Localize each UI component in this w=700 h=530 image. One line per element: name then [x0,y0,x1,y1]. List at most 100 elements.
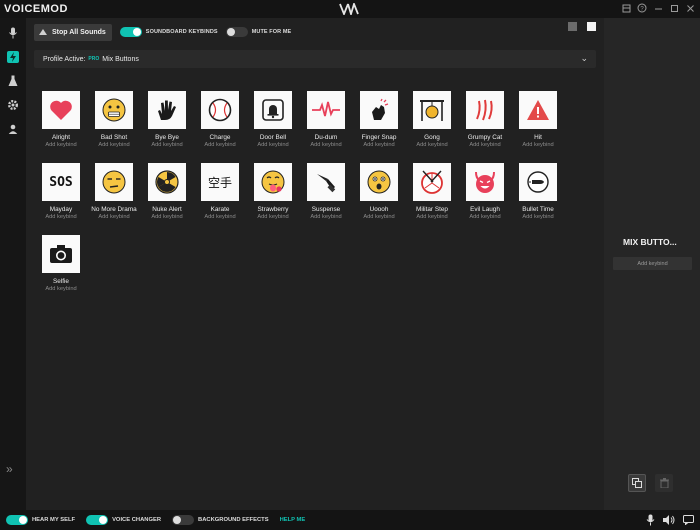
speaker-icon[interactable] [663,514,675,526]
sound-tile-nuke-alert[interactable]: Nuke Alert Add keybind [147,163,187,220]
app-title: VOICEMOD [4,3,68,15]
hear-my-self-toggle[interactable] [6,515,28,525]
karate-kanji-text: 空手 [207,175,232,190]
sound-tile-karate[interactable]: 空手 Karate Add keybind [200,163,240,220]
grid-view-small-button[interactable] [568,22,577,31]
toggle-knob [19,516,27,524]
expand-sidebar-icon[interactable]: » [6,462,13,476]
sound-name: Bullet Time [522,206,554,213]
add-keybind-link[interactable]: Add keybind [506,214,570,220]
sidebar-item-soundboard[interactable] [0,45,26,69]
knife-icon [307,163,345,201]
maximize-icon[interactable] [668,2,680,14]
sound-tile-door-bell[interactable]: Door Bell Add keybind [253,91,293,148]
sound-tile-bullet-time[interactable]: Bullet Time Add keybind [518,163,558,220]
grid-view-large-button[interactable] [587,22,596,31]
user-icon [7,123,19,135]
vm-logo-icon [339,3,359,15]
soundboard-main: Stop All Sounds SOUNDBOARD KEYBINDS MUTE… [26,18,604,510]
soundboard-toolbar: Stop All Sounds SOUNDBOARD KEYBINDS MUTE… [34,22,604,42]
background-effects-toggle[interactable] [172,515,195,525]
sidebar-item-lab[interactable] [0,69,26,93]
surprised-emoji-icon [360,163,398,201]
sound-name: Hit [534,134,542,141]
panel-add-keybind-button[interactable]: Add keybind [613,257,692,270]
devil-icon [466,163,504,201]
sound-tile-charge[interactable]: Charge Add keybind [200,91,240,148]
unamused-emoji-icon [95,163,133,201]
selected-sound-panel: MIX BUTTO... Add keybind [604,18,700,510]
microphone-icon [7,27,19,39]
sound-tile-alright[interactable]: Alright Add keybind [41,91,81,148]
toggle-knob [173,516,182,524]
sos-icon: SOS [42,163,80,201]
audio-controls [644,514,694,526]
hear-my-self-label: HEAR MY SELF [32,517,76,523]
copy-icon [632,478,642,488]
lightning-icon [7,51,19,63]
trash-icon [659,478,669,488]
profile-prefix: Profile Active: [43,55,86,63]
close-icon[interactable] [684,2,696,14]
sound-tile-militar-step[interactable]: Militar Step Add keybind [412,163,452,220]
sound-tile-gong[interactable]: Gong Add keybind [412,91,452,148]
sound-tile-bad-shot[interactable]: Bad Shot Add keybind [94,91,134,148]
background-effects-label: BACKGROUND EFFECTS [198,517,269,523]
toggle-knob [226,28,235,36]
flask-icon [7,75,19,87]
baseball-icon [201,91,239,129]
finger-snap-icon [360,91,398,129]
help-icon[interactable]: ? [636,2,648,14]
sound-tile-hit[interactable]: Hit Add keybind [518,91,558,148]
bottom-bar: HEAR MY SELF VOICE CHANGER BACKGROUND EF… [0,510,700,530]
voice-changer-toggle[interactable] [86,515,109,525]
waving-hand-icon [148,91,186,129]
soundboard-keybinds-toggle[interactable] [119,27,142,37]
heartbeat-icon [307,91,345,129]
warning-icon [519,91,557,129]
microphone-icon[interactable] [644,514,656,526]
sound-tile-bye-bye[interactable]: Bye Bye Add keybind [147,91,187,148]
title-bar: VOICEMOD ? [0,0,700,18]
profile-name: Mix Buttons [102,55,139,63]
add-keybind-link[interactable]: Add keybind [29,286,93,292]
left-sidebar: » [0,18,26,510]
chat-icon[interactable] [682,514,694,526]
sound-name: Selfie [53,278,69,285]
mute-for-me-toggle[interactable] [225,27,248,37]
sound-tile-mayday[interactable]: SOS Mayday Add keybind [41,163,81,220]
toggle-knob [132,28,141,36]
delete-button[interactable] [655,474,673,492]
snare-drum-icon [413,163,451,201]
sound-tile-no-more-drama[interactable]: No More Drama Add keybind [91,163,137,220]
stop-all-sounds-button[interactable]: Stop All Sounds [34,23,112,41]
toggle-knob [99,516,108,524]
sound-tile-finger-snap[interactable]: Finger Snap Add keybind [359,91,399,148]
camera-icon [42,235,80,273]
view-mode-toggles [568,22,596,31]
karate-kanji-icon: 空手 [201,163,239,201]
mute-for-me-label: MUTE FOR ME [251,29,292,35]
gear-icon [7,99,19,111]
sound-tile-du-dum[interactable]: Du-dum Add keybind [306,91,346,148]
gong-icon [413,91,451,129]
sidebar-item-account[interactable] [0,117,26,141]
sound-tile-uoooh[interactable]: Uoooh Add keybind [359,163,399,220]
minimize-icon[interactable] [652,2,664,14]
stop-icon [39,29,47,35]
gift-icon[interactable] [620,2,632,14]
soundboard-keybinds-label: SOUNDBOARD KEYBINDS [145,29,218,35]
sound-tile-selfie[interactable]: Selfie Add keybind [41,235,81,292]
heart-icon [42,91,80,129]
sidebar-item-voicebox[interactable] [0,21,26,45]
sound-tile-suspense[interactable]: Suspense Add keybind [306,163,346,220]
profile-selector[interactable]: Profile Active: PRO Mix Buttons ⌄ [34,50,596,68]
sidebar-item-settings[interactable] [0,93,26,117]
duplicate-button[interactable] [628,474,646,492]
help-me-link[interactable]: HELP ME [280,517,306,523]
stop-all-sounds-label: Stop All Sounds [52,28,106,36]
add-keybind-link[interactable]: Add keybind [506,142,570,148]
sound-tile-grumpy-cat[interactable]: Grumpy Cat Add keybind [465,91,505,148]
sound-tile-strawberry[interactable]: Strawberry Add keybind [253,163,293,220]
sound-tile-evil-laugh[interactable]: Evil Laugh Add keybind [465,163,505,220]
